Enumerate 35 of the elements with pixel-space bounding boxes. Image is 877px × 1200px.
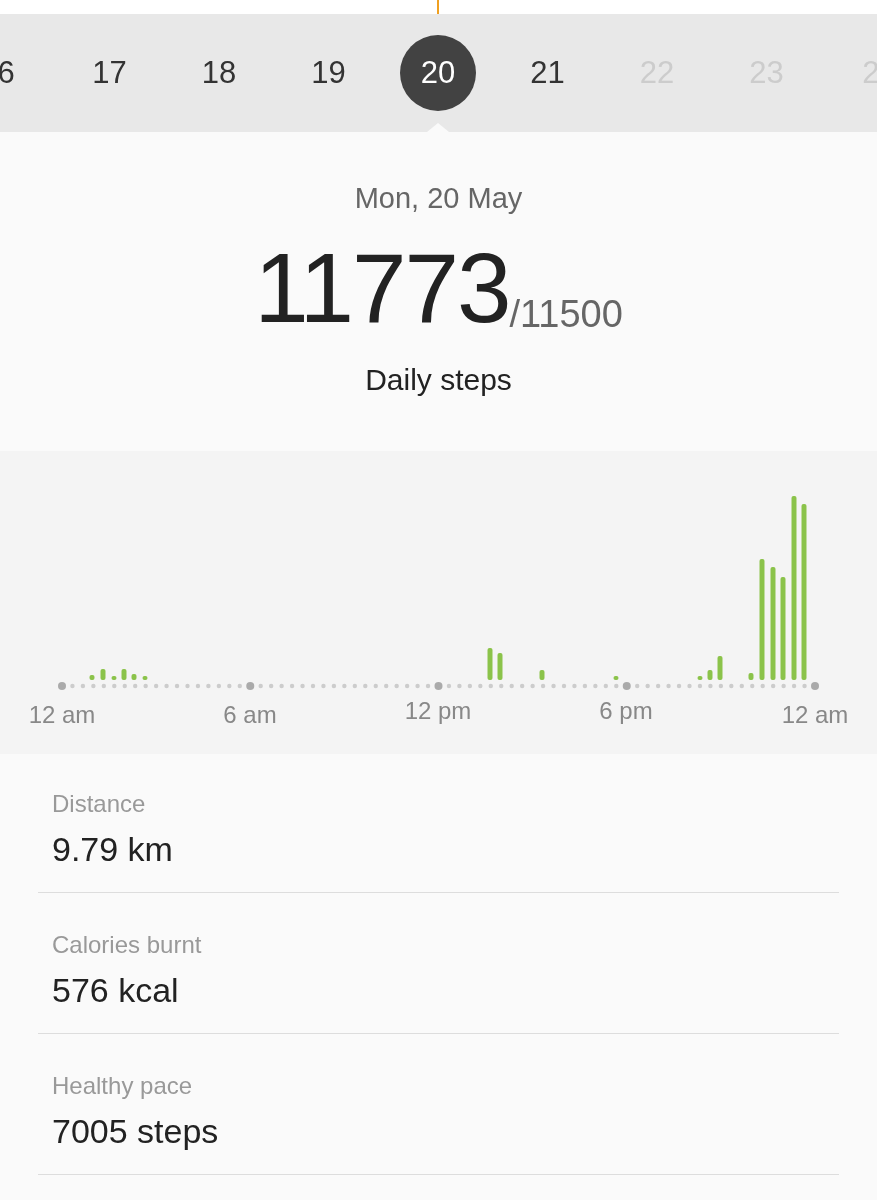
day-item[interactable]: 18 (201, 49, 237, 97)
step-bar (121, 669, 127, 680)
axis-label: 12 am (781, 703, 849, 727)
stat-value: 9.79 km (52, 832, 174, 866)
step-count: 11773 (254, 239, 510, 337)
stat-label: Healthy pace (52, 1074, 194, 1098)
stat-label: Distance (52, 792, 147, 816)
axis-label: 12 pm (404, 699, 472, 723)
step-bar (131, 674, 137, 680)
step-bar (487, 648, 493, 680)
axis-label: 6 pm (599, 699, 653, 723)
day-item[interactable]: 19 (311, 49, 346, 97)
date-title: Mon, 20 May (354, 184, 523, 213)
step-goal: /11500 (509, 295, 623, 333)
steps-label: Daily steps (365, 365, 512, 395)
step-bar (111, 676, 117, 680)
day-item[interactable]: 21 (530, 49, 565, 97)
stat-label: Calories burnt (52, 933, 203, 957)
axis-label: 6 am (223, 703, 277, 727)
step-bar (539, 670, 545, 680)
step-bar (89, 675, 95, 680)
axis-label: 12 am (28, 703, 96, 727)
step-bar (748, 673, 754, 680)
stat-value: 576 kcal (52, 973, 180, 1007)
current-day-marker (437, 0, 439, 14)
step-bar (717, 656, 723, 680)
step-bar (142, 676, 148, 680)
day-item[interactable]: 17 (92, 49, 127, 97)
step-bar (697, 676, 703, 680)
step-bar (707, 670, 713, 680)
step-bar (497, 653, 503, 680)
day-item[interactable]: 20 (400, 35, 476, 111)
stat-value: 7005 steps (52, 1114, 220, 1148)
step-bar (613, 676, 619, 680)
step-bar (100, 669, 106, 680)
